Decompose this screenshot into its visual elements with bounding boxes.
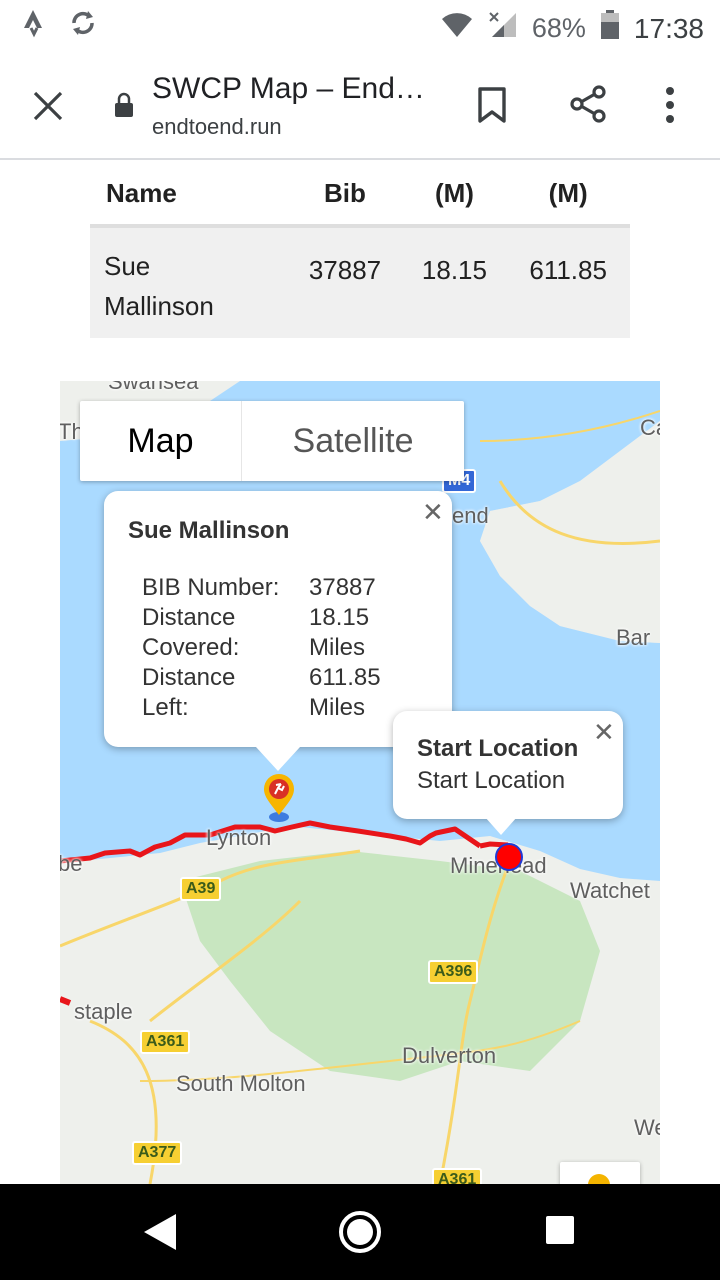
start-location-marker[interactable] [493,841,525,878]
left-label-2: Left: [142,694,189,721]
home-icon[interactable] [338,1210,382,1259]
battery-icon [600,10,620,47]
name-line-1: Sue [104,251,151,281]
route-map[interactable]: Swansea Th Ca end Bar Lynton Minehead Wa… [60,381,660,1184]
map-type-control: Map Satellite [80,401,464,481]
page-title[interactable]: SWCP Map – End… [152,72,425,106]
bookmark-icon[interactable] [476,86,508,129]
cell-name: Sue Mallinson [90,226,288,338]
runner-info-window: ✕ Sue Mallinson BIB Number: 37887 Distan… [104,491,452,771]
map-type-map-button[interactable]: Map [80,401,242,481]
runner-name: Sue Mallinson [128,517,290,544]
runner-table: Name Bib (M) (M) Sue Mallinson 37887 18.… [90,162,630,338]
table-row: Sue Mallinson 37887 18.15 611.85 [90,226,630,338]
pegman-icon [588,1174,610,1184]
close-icon[interactable]: ✕ [593,719,615,745]
wifi-icon [440,11,474,46]
cell-distance-left: 611.85 [506,226,630,338]
place-watchet: Watchet [570,878,650,903]
road-a361-b: A361 [432,1168,483,1184]
system-nav-bar [0,1184,720,1280]
runner-details: BIB Number: 37887 Distance 18.15 Covered… [142,573,381,723]
recent-apps-icon[interactable] [544,1214,576,1251]
close-icon[interactable]: ✕ [422,499,444,525]
back-icon[interactable] [142,1212,178,1257]
place-swansea: Swansea [108,381,199,394]
close-icon[interactable] [30,88,66,129]
sync-icon [68,8,98,43]
status-bar: 68% 17:38 [0,0,720,52]
info-window-tail [256,747,300,771]
place-barnstaple: staple [74,999,133,1024]
place-barry: Bar [616,625,651,650]
covered-unit: Miles [309,634,366,661]
info-window-tail [485,817,517,835]
street-view-control[interactable] [560,1162,640,1184]
place-we: We [634,1115,660,1140]
road-a396: A396 [428,960,479,984]
header-distance-covered: (M) [434,177,474,208]
place-south-molton: South Molton [176,1071,306,1096]
cell-bib: 37887 [287,226,403,338]
covered-value: 18.15 [309,604,370,631]
place-ca: Ca [640,415,660,440]
more-menu-icon[interactable] [664,86,676,129]
covered-label-1: Distance [142,604,236,631]
page-content: Name Bib (M) (M) Sue Mallinson 37887 18.… [0,162,720,1184]
signal-icon [488,11,518,46]
browser-toolbar: SWCP Map – End… endtoend.run [0,52,720,160]
clock: 17:38 [633,12,704,44]
start-title: Start Location [417,735,579,762]
left-unit: Miles [309,694,366,721]
left-label-1: Distance [142,664,236,691]
road-a377: A377 [132,1141,183,1165]
bib-value: 37887 [309,574,376,601]
covered-label-2: Covered: [142,634,240,661]
map-type-satellite-button[interactable]: Satellite [242,401,464,481]
strava-icon [20,8,46,43]
lock-icon[interactable] [114,92,134,123]
runner-marker-icon[interactable] [260,771,298,828]
battery-percent: 68% [531,13,586,43]
header-name: Name [106,177,177,208]
place-dulverton: Dulverton [402,1043,497,1068]
share-icon[interactable] [568,84,608,129]
start-subtitle: Start Location [417,767,566,794]
place-combe: be [60,851,83,876]
road-a361-a: A361 [140,1030,191,1054]
bib-label: BIB Number: [142,574,280,601]
page-url[interactable]: endtoend.run [152,114,282,140]
place-lynton: Lynton [206,825,272,850]
left-value: 611.85 [309,664,381,691]
header-bib: Bib [324,177,366,208]
road-a39: A39 [180,877,222,901]
cell-distance-covered: 18.15 [402,226,507,338]
table-header-row: Name Bib (M) (M) [90,162,630,226]
place-end: end [452,503,489,528]
header-distance-left: (M) [548,177,588,208]
name-line-2: Mallinson [104,291,214,321]
start-info-window: ✕ Start Location Start Location [393,711,623,835]
